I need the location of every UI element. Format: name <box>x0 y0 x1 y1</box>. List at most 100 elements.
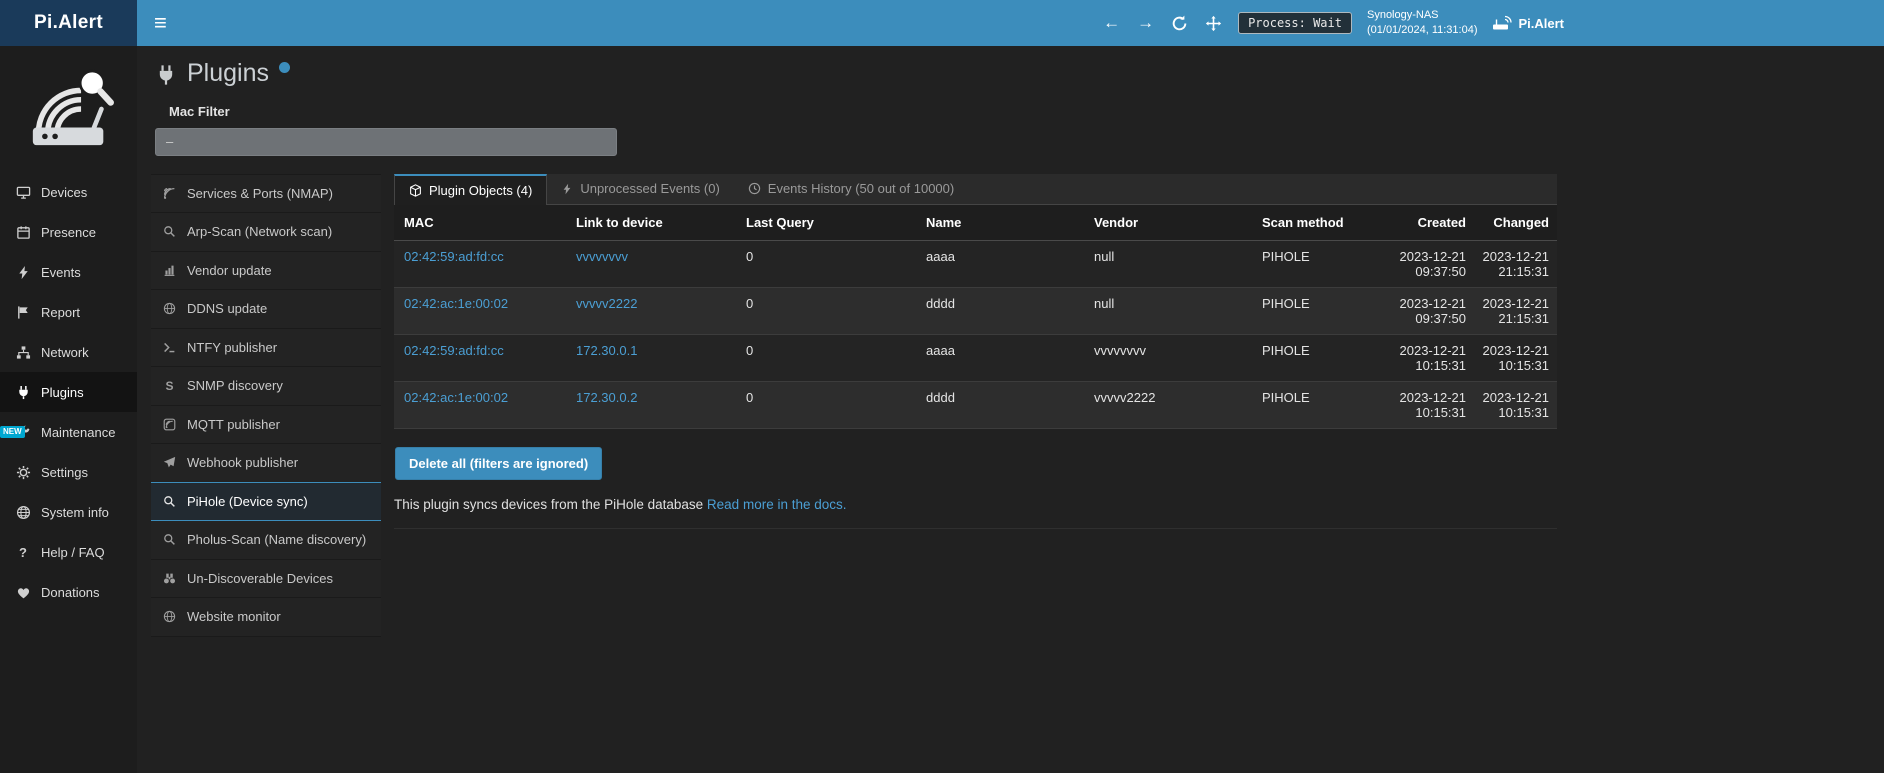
plugin-nav-item-ddns-update[interactable]: DDNS update <box>151 290 381 329</box>
sidebar-item-donations[interactable]: Donations <box>0 572 137 612</box>
plugin-nav-label: Website monitor <box>187 609 281 624</box>
sidebar-item-maintenance[interactable]: NEW Maintenance <box>0 412 137 452</box>
plugin-nav-label: SNMP discovery <box>187 378 283 393</box>
move-icon[interactable] <box>1204 14 1223 33</box>
column-header: Scan method <box>1252 205 1390 241</box>
vendor-cell: null <box>1084 240 1252 287</box>
plugin-nav-item-pholus[interactable]: Pholus-Scan (Name discovery) <box>151 521 381 560</box>
device-link[interactable]: 172.30.0.1 <box>576 343 637 358</box>
sidebar-item-label: Donations <box>41 585 100 600</box>
plugin-nav-item-webhook[interactable]: Webhook publisher <box>151 444 381 483</box>
scan-method-cell: PIHOLE <box>1252 240 1390 287</box>
sidebar-item-label: Devices <box>41 185 87 200</box>
brand-label: Pi.Alert <box>1518 16 1564 31</box>
table-row: 02:42:ac:1e:00:02 vvvvv2222 0 dddd null … <box>394 287 1557 334</box>
plugin-nav-item-snmp[interactable]: S SNMP discovery <box>151 367 381 406</box>
tab-events-history[interactable]: Events History (50 out of 10000) <box>734 174 968 204</box>
device-link[interactable]: vvvvv2222 <box>576 296 637 311</box>
name-cell: aaaa <box>916 240 1084 287</box>
name-cell: dddd <box>916 287 1084 334</box>
changed-cell: 2023-12-21 21:15:31 <box>1474 240 1557 287</box>
changed-cell: 2023-12-21 10:15:31 <box>1474 334 1557 381</box>
tab-label: Events History (50 out of 10000) <box>768 181 954 196</box>
mac-link[interactable]: 02:42:ac:1e:00:02 <box>404 296 508 311</box>
sidebar-item-plugins[interactable]: Plugins <box>0 372 137 412</box>
sidebar-item-events[interactable]: Events <box>0 252 137 292</box>
scan-method-cell: PIHOLE <box>1252 381 1390 428</box>
signal-arcs-icon <box>161 187 178 200</box>
info-badge[interactable] <box>279 62 290 73</box>
plugin-nav-item-nmap[interactable]: Services & Ports (NMAP) <box>151 175 381 214</box>
column-header: MAC <box>394 205 566 241</box>
gear-icon <box>15 465 31 480</box>
plugin-nav-item-mqtt[interactable]: MQTT publisher <box>151 406 381 445</box>
question-icon: ? <box>15 545 31 560</box>
sidebar-item-system-info[interactable]: System info <box>0 492 137 532</box>
sidebar-item-report[interactable]: Report <box>0 292 137 332</box>
plug-icon <box>15 385 31 400</box>
nav-back-icon[interactable]: ← <box>1102 14 1121 33</box>
table-row: 02:42:59:ad:fd:cc vvvvvvvv 0 aaaa null P… <box>394 240 1557 287</box>
column-header: Changed <box>1474 205 1557 241</box>
sidebar-item-label: System info <box>41 505 109 520</box>
app-logo[interactable]: Pi.Alert <box>0 0 137 46</box>
device-link[interactable]: 172.30.0.2 <box>576 390 637 405</box>
terminal-icon <box>161 341 178 354</box>
changed-cell: 2023-12-21 10:15:31 <box>1474 381 1557 428</box>
heart-icon <box>15 585 31 600</box>
docs-link[interactable]: Read more in the docs. <box>707 497 847 512</box>
column-header: Link to device <box>566 205 736 241</box>
router-signal-icon <box>1492 15 1512 31</box>
plugin-nav-item-undiscoverable[interactable]: Un-Discoverable Devices <box>151 560 381 599</box>
chart-bars-icon <box>161 264 178 277</box>
scan-method-cell: PIHOLE <box>1252 334 1390 381</box>
plugin-description: This plugin syncs devices from the PiHol… <box>394 497 1557 512</box>
plugin-nav-item-pihole[interactable]: PiHole (Device sync) <box>151 482 381 522</box>
brand[interactable]: Pi.Alert <box>1492 15 1564 31</box>
letter-s-icon: S <box>161 379 178 393</box>
delete-all-button[interactable]: Delete all (filters are ignored) <box>395 447 602 480</box>
sidebar-item-devices[interactable]: Devices <box>0 172 137 212</box>
flag-icon <box>15 305 31 320</box>
plugin-nav-label: Services & Ports (NMAP) <box>187 186 333 201</box>
refresh-icon[interactable] <box>1170 14 1189 33</box>
sidebar-item-help-faq[interactable]: ? Help / FAQ <box>0 532 137 572</box>
mqtt-icon <box>161 418 178 431</box>
clock-icon <box>748 182 761 195</box>
tab-plugin-objects[interactable]: Plugin Objects (4) <box>394 174 547 205</box>
device-link[interactable]: vvvvvvvv <box>576 249 628 264</box>
last-query-cell: 0 <box>736 381 916 428</box>
mac-link[interactable]: 02:42:ac:1e:00:02 <box>404 390 508 405</box>
nav-forward-icon[interactable]: → <box>1136 14 1155 33</box>
column-header: Vendor <box>1084 205 1252 241</box>
page-title-row: Plugins <box>155 60 1884 88</box>
plugin-nav-item-vendor-update[interactable]: Vendor update <box>151 252 381 291</box>
hamburger-menu-icon[interactable]: ≡ <box>137 0 184 46</box>
globe-icon <box>161 610 178 623</box>
column-header: Created <box>1390 205 1474 241</box>
sidebar-item-settings[interactable]: Settings <box>0 452 137 492</box>
plugin-nav-label: Vendor update <box>187 263 272 278</box>
sidebar-item-network[interactable]: Network <box>0 332 137 372</box>
plugin-nav-label: Pholus-Scan (Name discovery) <box>187 532 366 547</box>
created-cell: 2023-12-21 09:37:50 <box>1390 287 1474 334</box>
mac-link[interactable]: 02:42:59:ad:fd:cc <box>404 343 504 358</box>
plugin-nav-item-arp-scan[interactable]: Arp-Scan (Network scan) <box>151 213 381 252</box>
scan-method-cell: PIHOLE <box>1252 287 1390 334</box>
mac-link[interactable]: 02:42:59:ad:fd:cc <box>404 249 504 264</box>
sidebar-item-label: Events <box>41 265 81 280</box>
sidebar-item-label: Presence <box>41 225 96 240</box>
mac-filter-input[interactable] <box>155 128 617 156</box>
plugin-nav-item-ntfy[interactable]: NTFY publisher <box>151 329 381 368</box>
tab-unprocessed-events[interactable]: Unprocessed Events (0) <box>547 174 733 204</box>
sidebar-item-presence[interactable]: Presence <box>0 212 137 252</box>
created-cell: 2023-12-21 10:15:31 <box>1390 381 1474 428</box>
plugin-nav-label: Arp-Scan (Network scan) <box>187 224 332 239</box>
plugin-nav-item-website-monitor[interactable]: Website monitor <box>151 598 381 637</box>
plugin-nav: Services & Ports (NMAP) Arp-Scan (Networ… <box>151 174 381 637</box>
sidebar-item-label: Help / FAQ <box>41 545 105 560</box>
changed-cell: 2023-12-21 21:15:31 <box>1474 287 1557 334</box>
header-right-cluster: ← → Process: Wait Synology-NAS (01/01/20… <box>1102 0 1564 46</box>
paper-plane-icon <box>161 456 178 469</box>
host-time: (01/01/2024, 11:31:04) <box>1367 23 1478 38</box>
